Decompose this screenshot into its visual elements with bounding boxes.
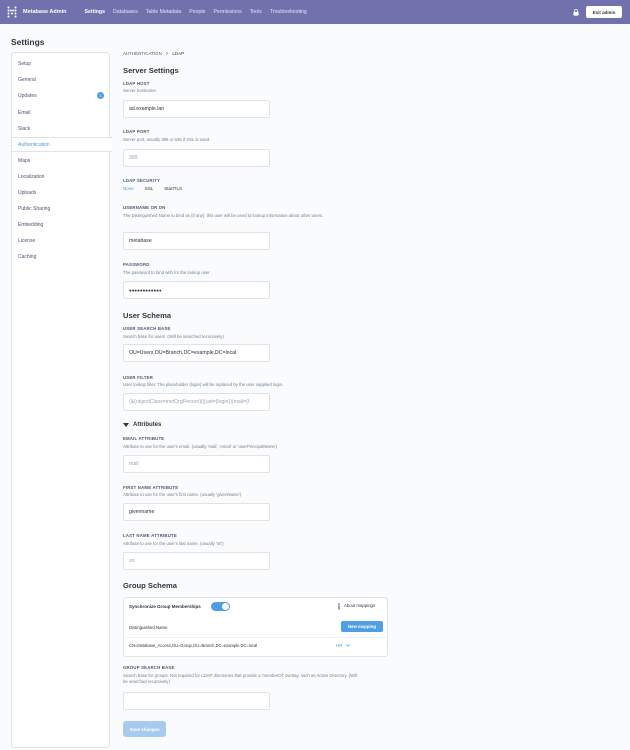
password-input[interactable]: ●●●●●●●●●●●● [123,281,270,299]
sidebar-item-embedding[interactable]: Embedding [12,217,110,232]
user-filter-desc: User lookup filter. The placeholder {log… [123,382,284,387]
updates-badge: 1 [97,92,104,99]
user-filter-input[interactable]: (&(objectClass=inetOrgPerson)(|(uid={log… [123,393,270,411]
toggle-knob [222,603,229,610]
username-desc: The Distinguished Name to bind as (if an… [123,213,324,218]
user-schema-title: User Schema [123,311,172,320]
mapping-dn: CN=Metabase_Access,OU=Group,OU=Branch,DC… [129,643,258,648]
admin-nav-links: Settings Databases Table Metadata People… [85,9,315,15]
distinguished-name-header: Distinguished Name [129,625,168,630]
breadcrumb-parent[interactable]: AUTHENTICATION [123,51,162,56]
sidebar-item-email[interactable]: Email [12,105,110,120]
sidebar-item-setup[interactable]: Setup [12,56,110,71]
email-attr-input[interactable]: mail [123,455,270,473]
ldap-security-label: LDAP SECURITY [123,178,161,183]
ldap-security-options: None SSL StartTLS [123,186,182,191]
metabase-logo-icon[interactable] [7,6,17,18]
ldap-port-input[interactable]: 389 [123,149,270,167]
about-mappings-link[interactable]: About mappings [344,603,375,609]
table-divider [125,637,386,638]
chevron-down-icon[interactable] [346,644,350,647]
group-search-base-label: GROUP SEARCH BASE [123,665,175,670]
security-option-ssl[interactable]: SSL [145,186,154,191]
sidebar-item-label: Updates [18,92,37,99]
email-attr-label: EMAIL ATTRIBUTE [123,436,165,441]
group-mappings-panel: Synchronize Group Memberships About mapp… [123,597,388,657]
lock-icon[interactable] [573,9,579,16]
user-search-base-label: USER SEARCH BASE [123,326,171,331]
first-name-attr-label: FIRST NAME ATTRIBUTE [123,485,179,490]
sidebar-item-license[interactable]: License [12,233,110,248]
sidebar-item-public-sharing[interactable]: Public Sharing [12,201,110,216]
caret-down-icon [123,423,129,427]
sync-group-toggle[interactable] [211,602,230,611]
sync-group-label: Synchronize Group Memberships [129,604,201,609]
exit-admin-button[interactable]: Exit admin [586,6,622,18]
group-search-base-input[interactable] [123,692,270,710]
info-icon [338,603,340,610]
user-filter-label: USER FILTER [123,375,154,380]
sidebar-item-localization[interactable]: Localization [12,169,110,184]
sidebar-item-general[interactable]: General [12,72,110,87]
user-search-base-desc: Search base for users. (Will be searched… [123,334,224,339]
new-mapping-button[interactable]: New mapping [341,621,383,632]
first-name-attr-input[interactable]: givenname [123,503,270,521]
sidebar-item-authentication[interactable]: Authentication [11,137,112,152]
ldap-port-desc: Server port, usually 389 or 636 if SSL i… [123,137,211,142]
last-name-attr-desc: Attribute to use for the user's last nam… [123,541,224,546]
mapping-group[interactable]: HR [336,643,342,648]
brand-title: Metabase Admin [23,9,67,15]
nav-table-metadata[interactable]: Table Metadata [146,9,181,15]
nav-databases[interactable]: Databases [113,9,138,15]
nav-permissions[interactable]: Permissions [213,9,241,15]
ldap-port-label: LDAP PORT [123,129,150,134]
nav-people[interactable]: People [189,9,205,15]
password-label: PASSWORD [123,262,150,267]
attributes-toggle[interactable]: Attributes [123,422,161,428]
sidebar-item-slack[interactable]: Slack [12,121,110,136]
group-search-base-desc: Search base for groups. Not required for… [123,673,358,684]
top-nav: Metabase Admin Settings Databases Table … [0,0,630,24]
last-name-attr-label: LAST NAME ATTRIBUTE [123,533,177,538]
security-option-starttls[interactable]: StartTLS [164,186,182,191]
email-attr-desc: Attribute to use for the user's email. (… [123,444,278,449]
group-schema-title: Group Schema [123,581,178,590]
security-option-none[interactable]: None [123,186,134,191]
attributes-label: Attributes [133,422,162,428]
ldap-host-input[interactable]: ad.example.lan [123,100,270,118]
last-name-attr-input[interactable]: sn [123,552,270,570]
user-search-base-input[interactable]: OU=Users,OU=Branch,DC=example,DC=local [123,344,270,362]
nav-troubleshooting[interactable]: Troubleshooting [270,9,307,15]
nav-tools[interactable]: Tools [250,9,262,15]
page-title: Settings [11,37,45,47]
nav-settings[interactable]: Settings [85,9,105,15]
sidebar-item-updates[interactable]: Updates 1 [12,88,110,103]
ldap-host-label: LDAP HOST [123,81,150,86]
first-name-attr-desc: Attribute to use for the user's first na… [123,492,242,497]
sidebar-item-caching[interactable]: Caching [12,249,110,264]
username-input[interactable]: metabase [123,232,270,250]
settings-sidebar: Setup General Updates 1 Email Slack Auth… [11,52,112,748]
breadcrumb-current: LDAP [172,51,185,56]
breadcrumb-separator: > [165,51,169,56]
breadcrumb: AUTHENTICATION > LDAP [123,51,184,56]
sidebar-item-maps[interactable]: Maps [12,153,110,168]
sidebar-item-uploads[interactable]: Uploads [12,185,110,200]
save-changes-button[interactable]: Save changes [123,721,166,737]
ldap-host-desc: Server hostname. [123,88,157,93]
username-label: USERNAME OR DN [123,205,166,210]
password-desc: The password to bind with for the lookup… [123,270,211,275]
server-settings-title: Server Settings [123,66,179,75]
